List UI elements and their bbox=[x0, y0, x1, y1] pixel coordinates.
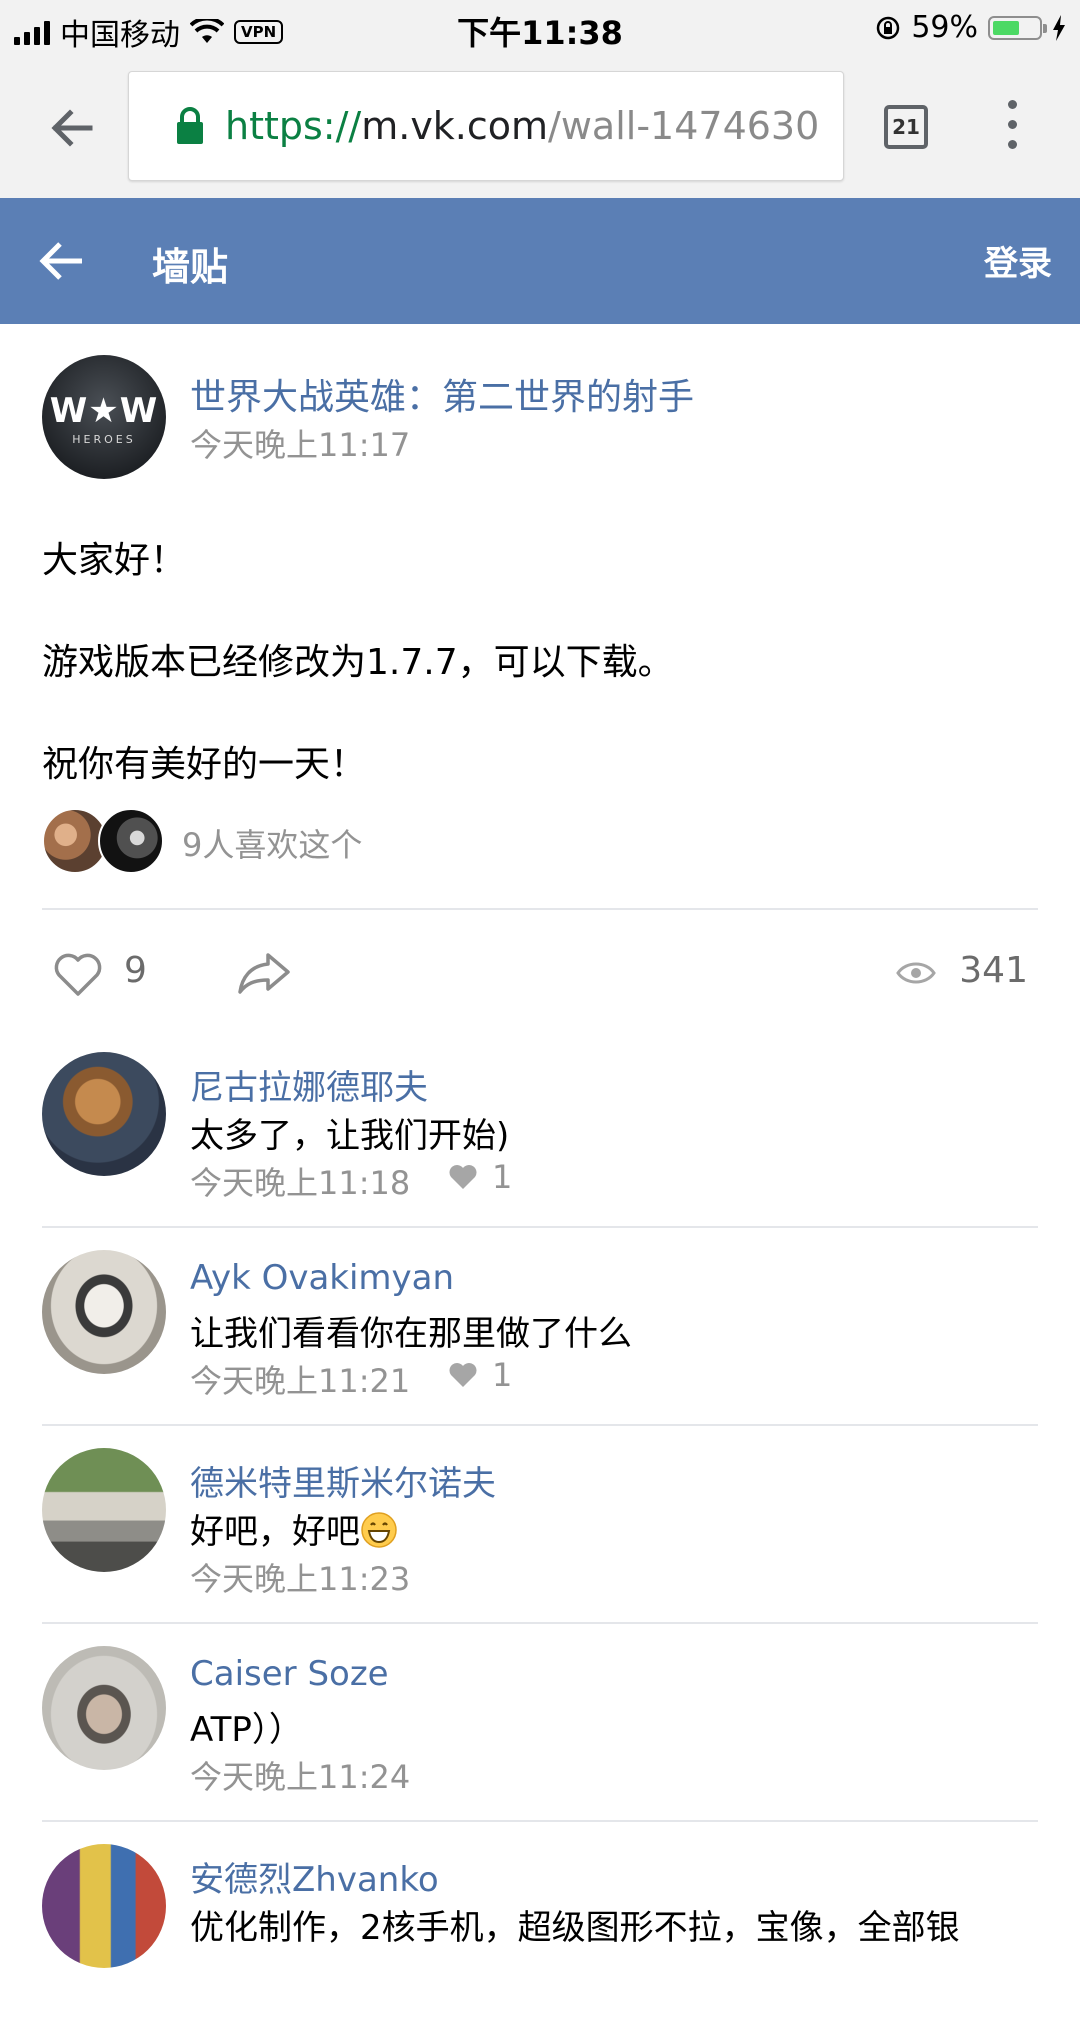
charging-bolt-icon bbox=[1053, 14, 1065, 41]
url-text: https://m.vk.com/wall-1474630 bbox=[225, 104, 819, 148]
battery-percent: 59% bbox=[911, 10, 978, 45]
back-arrow-icon[interactable] bbox=[38, 238, 86, 284]
more-menu-icon[interactable] bbox=[1002, 100, 1022, 154]
post-author-link[interactable]: 世界大战英雄：第二世界的射手 bbox=[190, 368, 694, 420]
commenter-avatar[interactable] bbox=[42, 1844, 166, 1968]
comment-text: 让我们看看你在那里做了什么 bbox=[190, 1314, 632, 1354]
commenter-avatar[interactable] bbox=[42, 1448, 166, 1572]
login-button[interactable]: 登录 bbox=[984, 236, 1052, 285]
battery-level bbox=[993, 20, 1019, 35]
heart-icon bbox=[449, 1363, 477, 1387]
heart-icon bbox=[449, 1165, 477, 1189]
page-avatar[interactable]: W★W HEROES bbox=[42, 355, 166, 479]
commenter-name[interactable]: Ayk Ovakimyan bbox=[190, 1258, 454, 1298]
like-count[interactable]: 9 bbox=[124, 950, 147, 991]
comment-text: 好吧，好吧 bbox=[190, 1504, 398, 1553]
commenter-name[interactable]: 德米特里斯米尔诺夫 bbox=[190, 1456, 496, 1505]
app-header: 墙贴 登录 bbox=[0, 198, 1080, 324]
commenter-name[interactable]: Caiser Soze bbox=[190, 1654, 389, 1694]
comment-text: 太多了，让我们开始) bbox=[190, 1116, 510, 1156]
eye-icon bbox=[896, 962, 936, 984]
comment-timestamp[interactable]: 今天晚上11:18 bbox=[190, 1158, 410, 1204]
comment-item: Ayk Ovakimyan 让我们看看你在那里做了什么 今天晚上11:21 1 bbox=[0, 1228, 1080, 1426]
comment-item: 安德烈Zhvanko 优化制作，2核手机，超级图形不拉，宝像，全部银 bbox=[0, 1822, 1080, 2020]
address-bar[interactable]: https://m.vk.com/wall-1474630 bbox=[128, 71, 844, 181]
comment-like-button[interactable]: 1 bbox=[448, 1158, 512, 1196]
comment-text: ATP）） bbox=[190, 1710, 303, 1750]
post-timestamp[interactable]: 今天晚上11:17 bbox=[190, 420, 410, 466]
lock-icon bbox=[177, 107, 203, 144]
page-title: 墙贴 bbox=[152, 245, 229, 289]
comment-timestamp[interactable]: 今天晚上11:23 bbox=[190, 1554, 410, 1600]
status-bar: 中国移动 VPN 下午11:38 59% bbox=[0, 0, 1080, 56]
comment-item: Caiser Soze ATP）） 今天晚上11:24 bbox=[0, 1624, 1080, 1822]
url-path: /wall-1474630 bbox=[548, 104, 820, 148]
url-host: m.vk.com bbox=[361, 104, 549, 148]
comment-item: 德米特里斯米尔诺夫 好吧，好吧 今天晚上11:23 bbox=[0, 1426, 1080, 1624]
divider bbox=[42, 908, 1038, 910]
commenter-avatar[interactable] bbox=[42, 1052, 166, 1176]
comment-item: 尼古拉娜德耶夫 太多了，让我们开始) 今天晚上11:18 1 bbox=[0, 1030, 1080, 1228]
commenter-name[interactable]: 安德烈Zhvanko bbox=[190, 1852, 439, 1901]
browser-toolbar: https://m.vk.com/wall-1474630 21 bbox=[0, 56, 1080, 199]
comment-like-button[interactable]: 1 bbox=[448, 1356, 512, 1394]
comment-text-value: 好吧，好吧 bbox=[190, 1512, 360, 1552]
tab-switcher-button[interactable]: 21 bbox=[884, 105, 928, 149]
post-paragraph: 祝你有美好的一天！ bbox=[42, 744, 367, 785]
page-logo-subtitle: HEROES bbox=[72, 433, 136, 446]
post-body: 大家好！ 游戏版本已经修改为1.7.7，可以下载。 祝你有美好的一天！ bbox=[42, 510, 1042, 816]
comment-like-count: 1 bbox=[492, 1158, 513, 1196]
status-bar-right: 59% bbox=[875, 10, 1066, 45]
comment-text: 优化制作，2核手机，超级图形不拉，宝像，全部银 bbox=[190, 1908, 960, 1948]
commenter-avatar[interactable] bbox=[42, 1646, 166, 1770]
share-arrow-icon[interactable] bbox=[236, 950, 292, 996]
commenter-name[interactable]: 尼古拉娜德耶夫 bbox=[190, 1060, 428, 1109]
battery-icon bbox=[988, 15, 1047, 40]
browser-back-icon[interactable] bbox=[44, 98, 104, 158]
page-logo-icon: W★W bbox=[49, 391, 159, 431]
heart-icon[interactable] bbox=[52, 950, 104, 998]
post-paragraph: 大家好！ bbox=[42, 540, 187, 581]
liker-avatar[interactable] bbox=[98, 808, 164, 874]
comment-timestamp[interactable]: 今天晚上11:24 bbox=[190, 1752, 410, 1798]
likes-summary-link[interactable]: 9人喜欢这个 bbox=[182, 820, 362, 866]
url-scheme: https:// bbox=[225, 104, 362, 148]
comment-timestamp[interactable]: 今天晚上11:21 bbox=[190, 1356, 410, 1402]
comment-like-count: 1 bbox=[492, 1356, 513, 1394]
post-paragraph: 游戏版本已经修改为1.7.7，可以下载。 bbox=[42, 642, 674, 683]
commenter-avatar[interactable] bbox=[42, 1250, 166, 1374]
grinning-face-emoji-icon bbox=[361, 1512, 397, 1548]
view-count: 341 bbox=[959, 950, 1028, 991]
orientation-lock-icon bbox=[877, 16, 900, 39]
